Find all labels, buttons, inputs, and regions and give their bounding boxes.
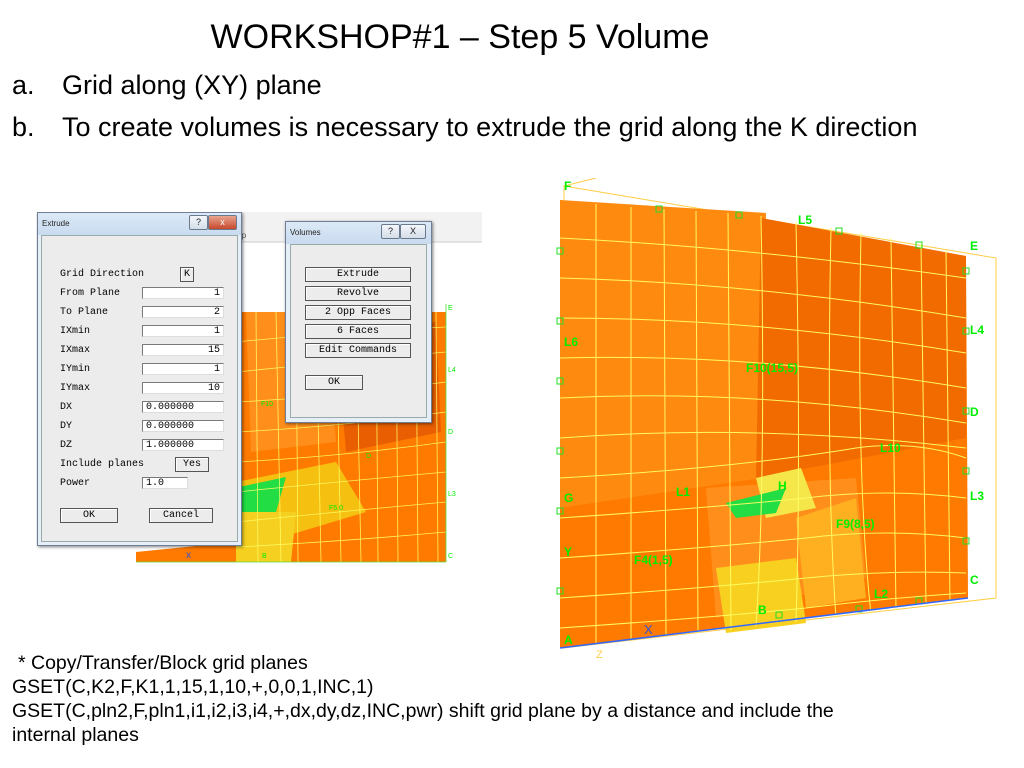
- extrude-dialog: Extrude ? x Grid Direction K From Plane …: [37, 212, 242, 546]
- mesh-label: L4: [448, 367, 456, 374]
- dy-field[interactable]: 0.000000: [142, 420, 224, 432]
- two-opp-faces-button[interactable]: 2 Opp Faces: [305, 305, 411, 320]
- bullet-a: a. Grid along (XY) plane: [12, 66, 322, 104]
- iymax-field[interactable]: 10: [142, 382, 224, 394]
- power-label: Power: [60, 478, 91, 489]
- note-line: GSET(C,pln2,F,pln1,i1,i2,i3,i4,+,dx,dy,d…: [12, 700, 834, 722]
- corner-label: L2: [874, 587, 888, 601]
- field-label: To Plane: [60, 307, 109, 318]
- field-label: IXmax: [60, 345, 91, 356]
- corner-label: D: [970, 405, 979, 419]
- to-plane-field[interactable]: 2: [142, 306, 224, 318]
- include-planes-button[interactable]: Yes: [175, 457, 209, 472]
- field-label: DY: [60, 421, 73, 432]
- corner-label: B: [758, 603, 767, 617]
- mesh-label: F10: [261, 401, 273, 408]
- left-screenshot: lp E L4 D L3 C D F10 F5.0 B x Extrude ? …: [36, 212, 482, 576]
- extrude-dialog-titlebar: Extrude ? x: [38, 213, 241, 235]
- mesh-label: E: [448, 305, 453, 312]
- include-planes-label: Include planes: [60, 459, 145, 470]
- mesh-label: F5.0: [329, 505, 343, 512]
- field-label: DX: [60, 402, 73, 413]
- note-line: GSET(C,K2,F,K1,1,15,1,10,+,0,0,1,INC,1): [12, 676, 374, 698]
- from-plane-field[interactable]: 1: [142, 287, 224, 299]
- field-label: DZ: [60, 440, 73, 451]
- extrude-dialog-title: Extrude: [42, 219, 70, 228]
- axis-x-marker: x: [186, 550, 191, 561]
- field-label: IYmin: [60, 364, 91, 375]
- corner-label: L4: [970, 323, 984, 337]
- six-faces-button[interactable]: 6 Faces: [305, 324, 411, 339]
- corner-label: F: [564, 179, 571, 193]
- axis-x-label: X: [644, 622, 653, 637]
- note-line: internal planes: [12, 724, 139, 746]
- corner-label: C: [970, 573, 979, 587]
- slide-title: WORKSHOP#1 – Step 5 Volume: [210, 18, 710, 56]
- extrude-button[interactable]: Extrude: [305, 267, 411, 282]
- mesh-label: B: [262, 553, 267, 560]
- mesh-label: D: [366, 453, 371, 460]
- ixmax-field[interactable]: 15: [142, 344, 224, 356]
- ok-button[interactable]: OK: [305, 375, 363, 390]
- note-line: * Copy/Transfer/Block grid planes: [18, 652, 308, 674]
- corner-label: L5: [798, 213, 812, 227]
- dx-field[interactable]: 0.000000: [142, 401, 224, 413]
- face-label: F10(15,5): [746, 361, 798, 375]
- extrude-dialog-body: Grid Direction K From Plane 1 To Plane 2…: [41, 235, 238, 542]
- edit-commands-button[interactable]: Edit Commands: [305, 343, 411, 358]
- ixmin-field[interactable]: 1: [142, 325, 224, 337]
- help-button[interactable]: ?: [189, 215, 208, 230]
- bullet-b: b. To create volumes is necessary to ext…: [12, 108, 917, 146]
- dz-field[interactable]: 1.000000: [142, 439, 224, 451]
- field-label: IYmax: [60, 383, 91, 394]
- power-field[interactable]: 1.0: [142, 477, 188, 489]
- face-label: F4(1,5): [634, 553, 673, 567]
- volumes-dialog: Volumes ? X Extrude Revolve 2 Opp Faces …: [285, 221, 432, 423]
- corner-label: L3: [970, 489, 984, 503]
- iymin-field[interactable]: 1: [142, 363, 224, 375]
- notes-block: * Copy/Transfer/Block grid planes GSET(C…: [12, 651, 834, 747]
- corner-label: H: [778, 479, 787, 493]
- bullet-marker: a.: [12, 70, 35, 100]
- large-mesh-viewport[interactable]: F E L5 L6 L4 D G L3 C A B H L1 L2 F10(15…: [556, 178, 1000, 658]
- bullet-marker: b.: [12, 112, 35, 142]
- mesh-label: D: [448, 429, 453, 436]
- close-button[interactable]: x: [208, 215, 237, 230]
- revolve-button[interactable]: Revolve: [305, 286, 411, 301]
- grid-direction-label: Grid Direction: [60, 269, 145, 280]
- corner-label: A: [564, 633, 573, 647]
- mesh-label: L3: [448, 491, 456, 498]
- bullet-text: Grid along (XY) plane: [62, 70, 322, 100]
- field-label: IXmin: [60, 326, 91, 337]
- volumes-dialog-title: Volumes: [290, 228, 321, 237]
- close-button[interactable]: X: [400, 224, 426, 239]
- volumes-dialog-body: Extrude Revolve 2 Opp Faces 6 Faces Edit…: [290, 244, 427, 418]
- corner-label: E: [970, 239, 978, 253]
- mesh-label: C: [448, 553, 453, 560]
- field-label: From Plane: [60, 288, 121, 299]
- ok-button[interactable]: OK: [60, 508, 118, 523]
- volumes-dialog-titlebar: Volumes ? X: [286, 222, 431, 244]
- axis-label: Y: [564, 545, 572, 559]
- cancel-button[interactable]: Cancel: [149, 508, 213, 523]
- corner-label: G: [564, 491, 573, 505]
- bullet-text: To create volumes is necessary to extrud…: [62, 112, 918, 142]
- corner-label: L6: [564, 335, 578, 349]
- corner-label: L1: [676, 485, 690, 499]
- face-label: L10: [880, 441, 901, 455]
- help-button[interactable]: ?: [381, 224, 400, 239]
- face-label: F9(8,5): [836, 517, 875, 531]
- grid-direction-button[interactable]: K: [180, 267, 194, 282]
